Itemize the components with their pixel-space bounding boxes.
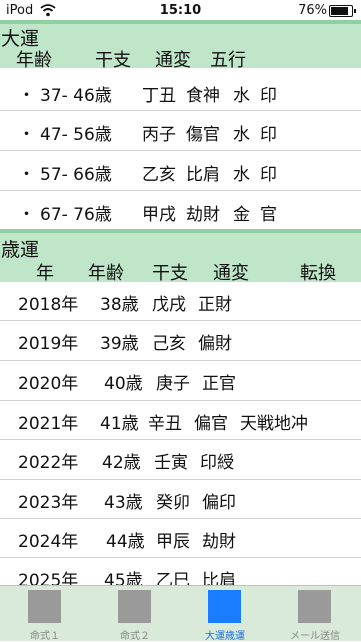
tsuhen: 比肩 xyxy=(186,165,220,185)
kanshi: 甲戌 xyxy=(142,205,176,225)
tsuhen: 正官 xyxy=(202,374,236,394)
gogyo: 水 xyxy=(233,86,250,106)
tenkan: 天戦地冲 xyxy=(240,414,308,434)
age-range: 47- 56歳 xyxy=(40,125,112,145)
battery-percent: 76% xyxy=(298,3,327,18)
tsuhen: 食神 xyxy=(186,86,220,106)
age-range: 67- 76歳 xyxy=(40,205,112,225)
age: 38歳 xyxy=(100,295,139,315)
age: 43歳 xyxy=(104,493,143,513)
taiun-row[interactable]: ・ 37- 46歳 丁丑 食神 水 印 xyxy=(0,72,361,111)
year: 2021年 xyxy=(18,414,79,434)
year: 2022年 xyxy=(18,453,79,473)
age: 42歳 xyxy=(102,453,141,473)
tab-meishiki-1[interactable]: 命式１ xyxy=(0,586,90,642)
kanshi: 戊戌 xyxy=(152,295,186,315)
taiun-row[interactable]: ・ 67- 76歳 甲戌 劫財 金 官 xyxy=(0,191,361,228)
battery-icon xyxy=(329,5,356,17)
tsuhen: 正財 xyxy=(198,295,232,315)
kanshi: 己亥 xyxy=(152,334,186,354)
kanshi: 乙亥 xyxy=(142,165,176,185)
year: 2020年 xyxy=(18,374,79,394)
tsuhen: 劫財 xyxy=(186,205,220,225)
saiun-row[interactable]: 2024年 44歳 甲辰 劫財 xyxy=(0,519,361,558)
tab-meishiki-2[interactable]: 命式２ xyxy=(90,586,180,642)
status-bar: iPod 15:10 76% xyxy=(0,0,361,22)
kanshi: 辛丑 xyxy=(148,414,182,434)
kanshi: 丙子 xyxy=(142,125,176,145)
gogyo: 金 xyxy=(233,205,250,225)
age: 39歳 xyxy=(100,334,139,354)
kanshi: 丁丑 xyxy=(142,86,176,106)
tab-mail-send[interactable]: メール送信 xyxy=(270,586,360,642)
mail-send-icon xyxy=(298,590,331,623)
tsuhen: 劫財 xyxy=(202,532,236,552)
tsuhen: 印綬 xyxy=(200,453,234,473)
saiun-title: 歳運 xyxy=(1,239,40,261)
saiun-row[interactable]: 2021年 41歳 辛丑 偏官 天戦地冲 xyxy=(0,401,361,440)
extra: 官 xyxy=(260,205,277,225)
kanshi: 庚子 xyxy=(156,374,190,394)
extra: 印 xyxy=(260,125,277,145)
age-range: 57- 66歳 xyxy=(40,165,112,185)
tsuhen: 傷官 xyxy=(186,125,220,145)
bullet: ・ xyxy=(18,205,35,225)
tsuhen: 偏財 xyxy=(198,334,232,354)
bullet: ・ xyxy=(18,86,35,106)
extra: 印 xyxy=(260,165,277,185)
tsuhen: 偏官 xyxy=(194,414,228,434)
age-range: 37- 46歳 xyxy=(40,86,112,106)
taiun-col-age: 年齢 xyxy=(16,50,52,71)
saiun-row[interactable]: 2022年 42歳 壬寅 印綬 xyxy=(0,440,361,480)
taiun-header: 大運 年齢 干支 通変 五行 xyxy=(0,20,361,71)
age: 41歳 xyxy=(100,414,139,434)
age: 44歳 xyxy=(106,532,145,552)
saiun-row[interactable]: 2020年 40歳 庚子 正官 xyxy=(0,361,361,401)
kanshi: 壬寅 xyxy=(154,453,188,473)
taiun-row[interactable]: ・ 47- 56歳 丙子 傷官 水 印 xyxy=(0,111,361,151)
taiun-saiun-icon xyxy=(208,590,241,623)
year: 2018年 xyxy=(18,295,79,315)
age: 40歳 xyxy=(104,374,143,394)
saiun-row[interactable]: 2023年 43歳 癸卯 偏印 xyxy=(0,480,361,519)
gogyo: 水 xyxy=(233,165,250,185)
saiun-header: 歳運 年 年齢 干支 通変 転換 xyxy=(0,229,361,284)
taiun-col-gogyo: 五行 xyxy=(210,50,246,71)
extra: 印 xyxy=(260,86,277,106)
year: 2023年 xyxy=(18,493,79,513)
saiun-row[interactable]: 2019年 39歳 己亥 偏財 xyxy=(0,321,361,361)
bullet: ・ xyxy=(18,125,35,145)
kanshi: 甲辰 xyxy=(156,532,190,552)
year: 2019年 xyxy=(18,334,79,354)
kanshi: 癸卯 xyxy=(156,493,190,513)
taiun-row[interactable]: ・ 57- 66歳 乙亥 比肩 水 印 xyxy=(0,151,361,191)
tab-taiun-saiun[interactable]: 大運歳運 xyxy=(180,586,270,642)
meishiki-2-icon xyxy=(118,590,151,623)
taiun-col-kanshi: 干支 xyxy=(95,50,131,71)
gogyo: 水 xyxy=(233,125,250,145)
tsuhen: 偏印 xyxy=(202,493,236,513)
tab-bar: 命式１ 命式２ 大運歳運 メール送信 xyxy=(0,585,361,642)
taiun-col-tsuhen: 通変 xyxy=(155,50,191,71)
saiun-row[interactable]: 2018年 38歳 戊戌 正財 xyxy=(0,282,361,321)
bullet: ・ xyxy=(18,165,35,185)
year: 2024年 xyxy=(18,532,79,552)
meishiki-1-icon xyxy=(28,590,61,623)
